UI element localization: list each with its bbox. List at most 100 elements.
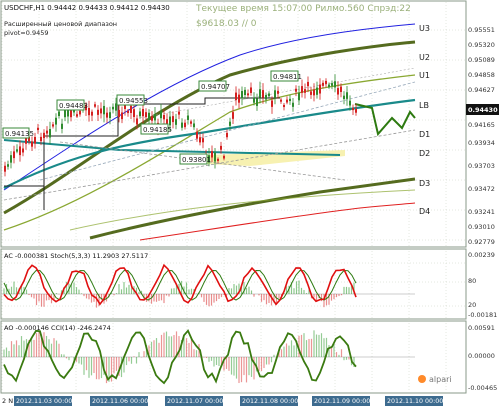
candle-body — [349, 100, 351, 106]
price-tick: 0.94858 — [468, 71, 495, 79]
candle-body — [67, 109, 69, 117]
candle-body — [25, 137, 27, 144]
time-axis: 2 N 2012.11.03 00:00 2012.11.06 00:00 20… — [2, 396, 443, 406]
level-label: U3 — [419, 24, 430, 33]
price-tick: 0.93703 — [468, 162, 495, 170]
candle-body — [10, 155, 12, 163]
candle-body — [97, 109, 99, 115]
candle-body — [313, 89, 315, 96]
candle-body — [226, 132, 228, 138]
candle-body — [355, 108, 357, 113]
ao-axis-tick: -0.00465 — [468, 384, 497, 392]
price-axis: 0.95551 0.95320 0.95089 0.94858 0.94627 … — [466, 26, 499, 246]
candle-body — [142, 108, 144, 117]
candle-body — [298, 92, 300, 101]
candle-body — [199, 137, 201, 143]
candle-body — [4, 165, 6, 172]
candle-body — [133, 109, 135, 117]
candle-body — [271, 100, 273, 107]
time-tick: 2012.11.03 00:00 — [16, 398, 72, 405]
server-time: Текущее время 15:07:00 Рилмо.560 Спрэд:2… — [195, 4, 411, 14]
candle-body — [220, 145, 222, 150]
ac-axis-tick: 0.00239 — [468, 251, 495, 259]
pivot-title: Расширенный ценовой диапазон — [4, 20, 117, 28]
price-tick: 0.95089 — [468, 56, 495, 64]
candle-body — [106, 112, 108, 118]
candle-body — [169, 116, 171, 126]
candle-body — [127, 110, 129, 114]
candle-body — [130, 105, 132, 113]
candle-body — [340, 86, 342, 92]
current-price-value: 0.94430 — [468, 106, 498, 114]
level-label: D2 — [419, 149, 430, 158]
candle-body — [91, 111, 93, 116]
candle-body — [34, 137, 36, 144]
level-label: D4 — [419, 207, 430, 216]
ao-axis-tick: 0.00591 — [468, 324, 495, 332]
candle-body — [175, 119, 177, 125]
candle-body — [148, 112, 150, 120]
price-tick: 0.93934 — [468, 139, 495, 147]
candle-body — [244, 89, 246, 96]
candle-body — [337, 88, 339, 95]
candle-body — [238, 94, 240, 103]
price-tick: 0.93010 — [468, 223, 495, 231]
candle-body — [202, 138, 204, 143]
candle-body — [262, 90, 264, 98]
ac-label: AC -0.000381 Stoch(5,3,3) 11.2903 27.511… — [4, 252, 148, 260]
candle-body — [193, 123, 195, 128]
candle-body — [229, 121, 231, 126]
time-tick: 2012.11.08 00:00 — [242, 398, 298, 405]
time-tick: 2012.11.06 00:00 — [92, 398, 148, 405]
time-tick: 2012.11.09 00:00 — [314, 398, 370, 405]
candle-body — [331, 83, 333, 86]
price-tick: 0.93472 — [468, 185, 495, 193]
candle-body — [247, 93, 249, 96]
price-tick: 0.95551 — [468, 26, 495, 34]
candle-body — [343, 95, 345, 100]
price-tick: 0.94165 — [468, 121, 495, 129]
candle-body — [184, 122, 186, 128]
candle-body — [274, 90, 276, 98]
level-label: D3 — [419, 179, 430, 188]
candle-body — [139, 111, 141, 117]
candle-body — [301, 86, 303, 93]
alpari-logo-icon — [418, 375, 426, 383]
candle-body — [64, 109, 66, 118]
price-tag: 0.93801 — [182, 156, 211, 164]
candle-body — [7, 164, 9, 167]
candle-body — [49, 128, 51, 138]
ac-axis-tick: -0.00181 — [468, 311, 497, 319]
candle-body — [103, 105, 105, 115]
candle-body — [181, 122, 183, 128]
ac-axis-tick: 80 — [468, 277, 476, 285]
candle-body — [163, 115, 165, 120]
price-tag: 0.94185 — [143, 126, 172, 134]
candle-body — [112, 106, 114, 110]
candle-body — [289, 98, 291, 102]
candle-body — [118, 109, 120, 118]
candle-body — [52, 124, 54, 127]
candle-body — [223, 155, 225, 159]
candle-body — [307, 81, 309, 87]
candle-body — [37, 127, 39, 131]
candle-body — [310, 91, 312, 95]
candle-body — [187, 115, 189, 120]
candle-body — [304, 89, 306, 93]
candle-body — [295, 88, 297, 92]
candle-body — [322, 82, 324, 86]
candle-body — [292, 102, 294, 107]
candle-body — [46, 130, 48, 134]
candle-body — [160, 111, 162, 119]
candle-body — [16, 149, 18, 152]
level-label: D1 — [419, 130, 430, 139]
candle-body — [61, 123, 63, 129]
candle-body — [13, 151, 15, 159]
candle-body — [280, 99, 282, 102]
candle-body — [100, 108, 102, 114]
candle-body — [145, 112, 147, 118]
candle-body — [211, 151, 213, 158]
candle-body — [250, 87, 252, 93]
candle-body — [265, 95, 267, 100]
time-tick: 2 N — [2, 397, 13, 405]
